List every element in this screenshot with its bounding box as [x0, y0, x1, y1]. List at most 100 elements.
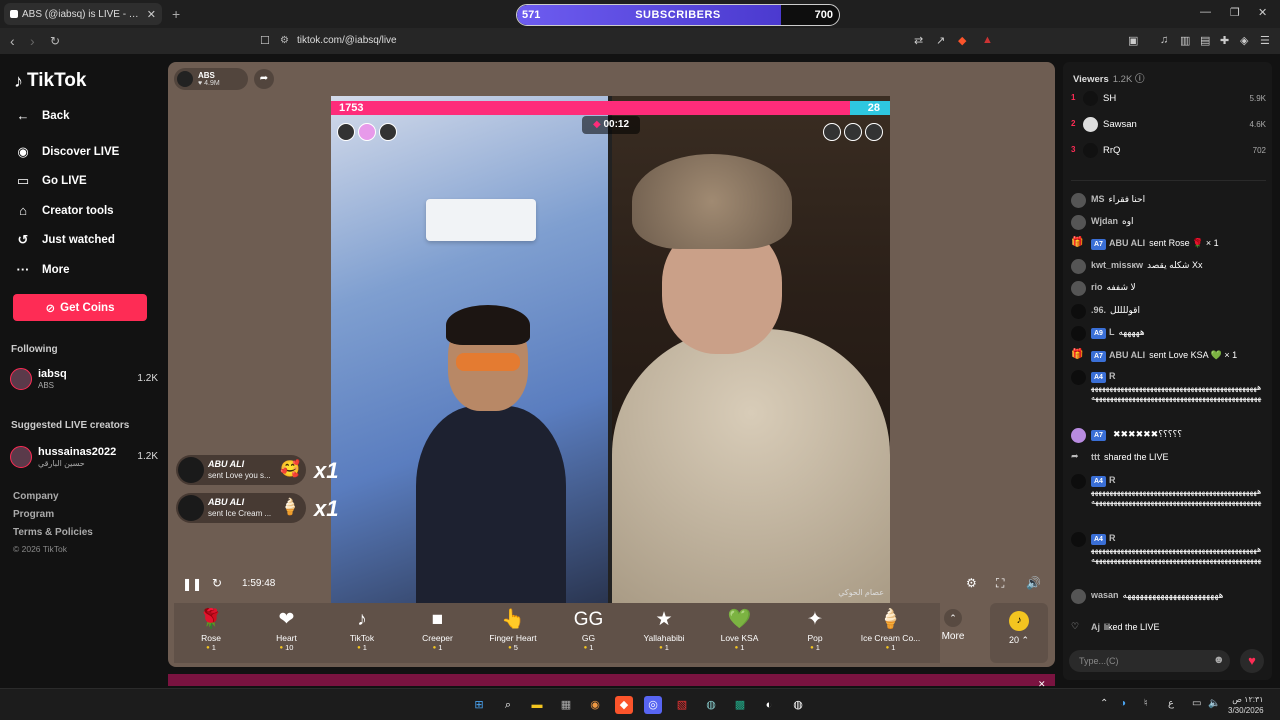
menu-icon[interactable]: ☰ — [1260, 34, 1270, 47]
gift-item[interactable]: 👆 Finger Heart 5 — [480, 607, 546, 652]
maximize-icon[interactable]: ❐ — [1230, 6, 1240, 19]
emoji-icon[interactable]: ☻ — [1213, 654, 1225, 666]
volume-icon[interactable]: 🔊 — [1026, 576, 1041, 590]
reload-icon[interactable]: ↻ — [50, 34, 60, 48]
nav-go-live[interactable]: ▭ Go LIVE — [14, 173, 87, 189]
vpn-icon[interactable]: ◈ — [1240, 34, 1248, 47]
network-icon[interactable]: ▭ — [1192, 698, 1201, 709]
url-field[interactable]: ⚙ tiktok.com/@iabsq/live — [280, 32, 1000, 50]
coin-balance-button[interactable]: ♪ 20 ⌃ — [990, 603, 1048, 663]
store-icon[interactable]: ▦ — [557, 696, 575, 714]
gift-item[interactable]: 🍦 Ice Cream Co... 1 — [858, 607, 924, 652]
file-explorer-icon[interactable]: ▬ — [528, 696, 546, 714]
brave-icon[interactable]: ◆ — [615, 696, 633, 714]
footer-program[interactable]: Program — [13, 509, 54, 520]
gift-item[interactable]: ♪ TikTok 1 — [329, 607, 395, 652]
message-user: L — [1108, 327, 1115, 337]
chat-input[interactable]: Type...(C) — [1069, 650, 1230, 672]
start-icon[interactable]: ⊞ — [470, 696, 488, 714]
app-icon[interactable]: ▧ — [673, 696, 691, 714]
following-account[interactable]: iabsq ABS 1.2K — [10, 368, 160, 394]
avatar — [1071, 326, 1086, 341]
minimize-icon[interactable]: — — [1200, 6, 1211, 18]
browser-tab[interactable]: ABS (@iabsq) is LIVE - TikTok ✕ — [4, 3, 162, 25]
close-window-icon[interactable]: ✕ — [1258, 6, 1267, 19]
right-top-gifters[interactable] — [823, 123, 883, 141]
screenshot-icon[interactable]: ▣ — [1128, 34, 1138, 47]
nav-discover-live[interactable]: ◉ Discover LIVE — [14, 144, 119, 160]
top-viewer[interactable]: 2 Sawsan 4.6K — [1071, 116, 1266, 134]
forward-nav-icon[interactable]: › — [30, 33, 35, 49]
tiktok-favicon-icon — [10, 10, 18, 18]
tray-app-icon[interactable]: ◑ — [1120, 698, 1126, 709]
top-viewer[interactable]: 3 RrQ 702 — [1071, 142, 1266, 160]
refresh-icon[interactable]: ↻ — [212, 576, 222, 590]
search-icon[interactable]: ⌕ — [499, 696, 517, 714]
message-text: هههههه — [1118, 327, 1145, 337]
gift-item[interactable]: ✦ Pop 1 — [782, 607, 848, 652]
live-stage: ABS ♥ 4.9M ➦ عصام الحوكي 1753 28 ◆ 00:12… — [168, 62, 1055, 667]
host-pill[interactable]: ABS ♥ 4.9M — [174, 68, 248, 90]
message-text: sent Love KSA 💚 × 1 — [1149, 350, 1238, 360]
wallet-icon[interactable]: ▤ — [1200, 34, 1210, 47]
site-info-icon[interactable]: ⚙ — [280, 35, 289, 46]
rewards-icon[interactable]: ▲ — [982, 34, 993, 46]
nav-creator-tools[interactable]: ⌂ Creator tools — [14, 203, 114, 218]
language-indicator[interactable]: ع — [1168, 698, 1174, 709]
gift-icon: 🌹 — [199, 609, 223, 630]
battle-timer: ◆ 00:12 — [582, 116, 640, 134]
obs-icon[interactable]: ◍ — [789, 696, 807, 714]
top-viewer[interactable]: 1 SH 5.9K — [1071, 90, 1266, 108]
gift-item[interactable]: ★ Yallahabibi 1 — [631, 607, 697, 652]
footer-company[interactable]: Company — [13, 491, 59, 502]
tray-chevron-icon[interactable]: ⌃ — [1100, 698, 1108, 709]
gift-item[interactable]: ❤ Heart 10 — [254, 607, 320, 652]
extensions-icon[interactable]: ✚ — [1220, 34, 1229, 47]
nav-just-watched[interactable]: ↺ Just watched — [14, 232, 115, 248]
get-coins-button[interactable]: ⊘ Get Coins — [13, 294, 147, 321]
mic-icon[interactable]: ♮ — [1144, 698, 1148, 709]
github-icon[interactable]: ◐ — [760, 696, 778, 714]
close-tab-icon[interactable]: ✕ — [147, 8, 156, 21]
level-badge: A7 — [1091, 351, 1106, 362]
gift-item[interactable]: ■ Creeper 1 — [405, 607, 471, 652]
viewer-rank: 2 — [1071, 119, 1076, 128]
music-icon[interactable]: ♫ — [1160, 34, 1168, 46]
gift-item[interactable]: 💚 Love KSA 1 — [707, 607, 773, 652]
volume-tray-icon[interactable]: 🔈 — [1208, 698, 1220, 709]
nav-back[interactable]: ← Back — [14, 108, 70, 123]
message-user: rio — [1091, 282, 1103, 292]
back-arrow-icon: ← — [16, 108, 30, 123]
pause-icon[interactable]: ❚❚ — [182, 577, 202, 591]
share-icon[interactable]: ↗ — [936, 34, 945, 47]
translate-icon[interactable]: ⇄ — [914, 34, 923, 47]
discord-icon[interactable]: ◎ — [644, 696, 662, 714]
gift-icon: ★ — [655, 609, 673, 630]
fullscreen-icon[interactable]: ⛶ — [996, 576, 1004, 591]
gift-item[interactable]: GG GG 1 — [556, 607, 622, 652]
gift-item[interactable]: 🌹 Rose 1 — [178, 607, 244, 652]
sidebar-toggle-icon[interactable]: ▥ — [1180, 34, 1190, 47]
live-video[interactable]: عصام الحوكي 1753 28 ◆ 00:12 — [331, 96, 890, 603]
footer-terms[interactable]: Terms & Policies — [13, 527, 93, 538]
more-gifts-button[interactable]: ⌃ More — [933, 609, 973, 642]
excel-icon[interactable]: ▩ — [731, 696, 749, 714]
back-nav-icon[interactable]: ‹ — [10, 33, 15, 49]
tiktok-logo[interactable]: ♪ TikTok — [14, 70, 86, 92]
viewers-header[interactable]: Viewers 1.2K ⓘ — [1073, 71, 1144, 85]
info-icon[interactable]: ⓘ — [1135, 74, 1145, 85]
chrome-icon[interactable]: ◉ — [586, 696, 604, 714]
brave-shield-icon[interactable]: ◆ — [958, 34, 966, 47]
settings-gear-icon[interactable]: ⚙ — [966, 576, 977, 590]
left-top-gifters[interactable] — [337, 123, 397, 141]
system-clock[interactable]: ١٢:٣١ ص 3/30/2026 — [1228, 694, 1264, 716]
new-tab-icon[interactable]: + — [172, 6, 180, 22]
bookmark-icon[interactable]: ☐ — [260, 34, 270, 47]
nav-more[interactable]: ··· More — [14, 262, 70, 277]
gift-icon: 🍦 — [878, 609, 903, 630]
steam-icon[interactable]: ◍ — [702, 696, 720, 714]
suggested-account[interactable]: hussainas2022 حسين البارقي 1.2K — [10, 446, 160, 472]
tiktok-note-icon: ♪ — [14, 70, 23, 91]
share-live-icon[interactable]: ➦ — [254, 69, 274, 89]
like-heart-button[interactable]: ♥ — [1240, 649, 1264, 673]
